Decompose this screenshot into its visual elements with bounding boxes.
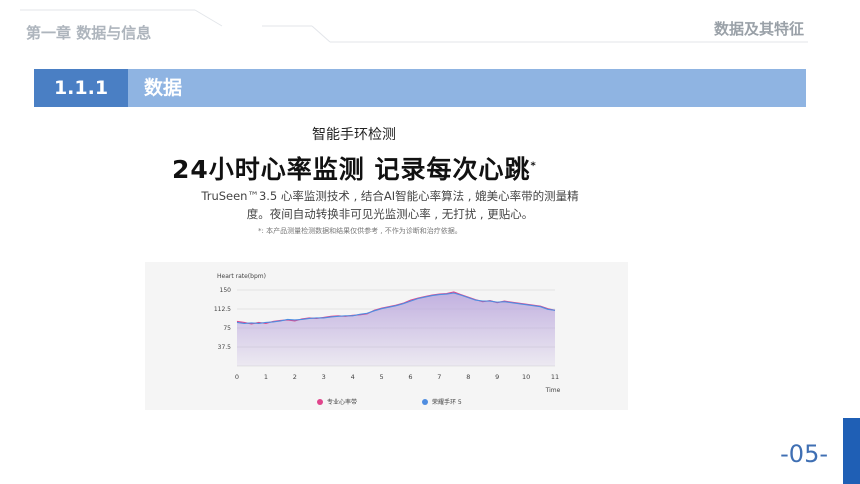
x-tick-label: 2: [293, 373, 297, 381]
legend-label: 专业心率带: [327, 398, 357, 406]
x-tick-label: 10: [522, 373, 530, 381]
legend-marker: [422, 399, 428, 405]
y-tick-label: 75: [223, 325, 231, 332]
x-tick-label: 1: [264, 373, 268, 381]
y-tick-label: 112.5: [214, 306, 231, 313]
section-number: 1.1.1: [34, 69, 128, 107]
x-tick-label: 4: [351, 373, 355, 381]
legend-label: 荣耀手环 5: [432, 398, 462, 406]
series-area-fill: [237, 293, 555, 366]
ad-description-line: TruSeen™3.5 心率监测技术 , 结合AI智能心率算法 , 媲美心率带的…: [201, 189, 579, 203]
x-tick-label: 6: [408, 373, 412, 381]
ad-headline-text: 24小时心率监测 记录每次心跳: [172, 155, 531, 184]
x-tick-label: 5: [379, 373, 383, 381]
section-title: 数据: [144, 77, 183, 99]
y-tick-label: 150: [220, 287, 232, 294]
topic-title: 数据及其特征: [713, 20, 804, 38]
ad-footnote: *: 本产品测量检测数据和结果仅供参考 , 不作为诊断和治疗依据。: [258, 227, 462, 235]
chart-svg: Heart rate(bpm) 150 112.5 75 37.5 0 1 2 3 4 5 6 7 8 9 1…: [214, 273, 561, 406]
ad-headline-mark: *: [530, 160, 537, 172]
ad-headline: 24小时心率监测 记录每次心跳*: [172, 150, 537, 186]
y-axis-label: Heart rate(bpm): [217, 273, 266, 280]
page-number: -05-: [780, 440, 828, 468]
x-tick-label: 0: [235, 373, 239, 381]
x-tick-label: 8: [466, 373, 470, 381]
heart-rate-chart: Heart rate(bpm) 150 112.5 75 37.5 0 1 2 3 4 5 6 7 8 9 1…: [145, 262, 628, 410]
y-tick-label: 37.5: [218, 344, 232, 351]
x-axis-label: Time: [545, 387, 561, 394]
x-tick-label: 7: [437, 373, 441, 381]
ad-description-line: 度。夜间自动转换非可见光监测心率 , 无打扰 , 更贴心。: [246, 207, 534, 221]
ad-description: TruSeen™3.5 心率监测技术 , 结合AI智能心率算法 , 媲美心率带的…: [150, 187, 630, 223]
x-tick-label: 11: [551, 373, 559, 381]
chapter-title: 第一章 数据与信息: [26, 24, 152, 42]
section-header: 1.1.1 数据: [34, 69, 806, 107]
image-caption: 智能手环检测: [312, 127, 396, 143]
x-tick-label: 9: [495, 373, 499, 381]
corner-tab: [843, 418, 860, 484]
x-tick-label: 3: [322, 373, 326, 381]
legend-marker: [317, 399, 323, 405]
